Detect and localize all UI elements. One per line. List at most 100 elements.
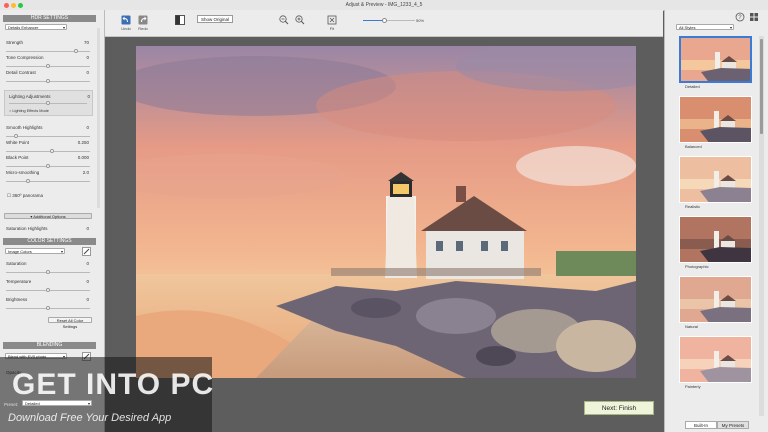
compare-icon[interactable] [175,15,185,25]
hdr-setting-slider[interactable] [6,179,90,183]
fit-label: Fit [329,26,335,31]
chevron-down-icon: ▾ [87,401,90,406]
eyedropper-button[interactable] [82,247,91,256]
color-mode-label: Image Colors [8,249,32,254]
slider-knob[interactable] [46,101,50,105]
chevron-down-icon: ▾ [729,25,732,30]
reset-colors-button[interactable]: Reset All Color Settings [48,317,92,329]
next-finish-button[interactable]: Next: Finish [584,401,654,415]
color-setting-slider[interactable] [6,306,90,310]
hdr-setting-value: 0.000 [77,155,89,160]
preset-select[interactable]: Detailed ▾ [22,400,92,406]
watermark-subtitle: Download Free Your Desired App [8,412,172,424]
hdr-setting-value: 2.0 [82,170,89,175]
hdr-setting-value: 0 [86,70,89,75]
slider-knob[interactable] [46,64,50,68]
thumbnail-image [681,38,750,81]
svg-text:?: ? [738,15,742,21]
styles-filter-label: All Styles [679,25,696,30]
style-thumbnail-label: Painterly [685,384,701,389]
redo-label: Redo [138,26,148,31]
undo-icon[interactable] [121,15,131,25]
style-thumbnail-label: Detailed [685,84,700,89]
color-settings-header[interactable]: COLOR SETTINGS [3,238,96,245]
hdr-setting-value: 0 [86,55,89,60]
style-thumbnail[interactable] [679,216,752,263]
color-setting-label: Saturation [6,261,27,266]
style-thumbnail-label: Photographic [685,264,709,269]
color-mode-dropdown[interactable]: Image Colors ▾ [5,248,65,254]
tab-built-in[interactable]: Built-In [685,421,717,429]
slider-knob[interactable] [46,164,50,168]
fit-icon[interactable] [327,15,337,25]
hdr-setting-value: 0.250 [77,140,89,145]
slider-knob[interactable] [14,134,18,138]
eyedropper-icon [83,248,90,255]
thumbnail-image [680,217,751,262]
color-setting-value: 0 [86,261,89,266]
zoom-slider-knob[interactable] [381,18,387,23]
redo-icon[interactable] [138,15,148,25]
undo-label: Undo [121,26,131,31]
slider-knob[interactable] [74,49,78,53]
watermark-title: GET INTO PC [12,368,215,401]
hdr-settings-header[interactable]: HDR SETTINGS [3,15,96,22]
color-setting-label: Temperature [6,279,32,284]
slider-knob[interactable] [46,288,50,292]
style-thumbnail-label: Balanced [685,144,702,149]
show-original-button[interactable]: Show Original [197,15,233,23]
saturation-highlights-label: Saturation Highlights [6,226,48,231]
styles-panel: ? All Styles ▾ Built-In My Presets Detail… [664,10,768,432]
blending-header[interactable]: BLENDING [3,342,96,349]
hdr-setting-label: Micro-smoothing [6,170,40,175]
styles-scrollbar[interactable] [759,36,764,416]
preset-label: Preset: [4,402,19,407]
preset-select-label: Detailed [25,401,40,406]
preview-image[interactable] [136,46,636,378]
hdr-setting-slider[interactable] [6,134,90,138]
hdr-setting-label: Tone Compression [6,55,44,60]
styles-filter-dropdown[interactable]: All Styles ▾ [676,24,734,30]
color-setting-slider[interactable] [6,270,90,274]
hdr-setting-label: Smooth Highlights [6,125,43,130]
lighting-adjustments-box: Lighting Adjustments 0 ○ Lighting Effect… [4,90,93,116]
style-thumbnail[interactable] [679,336,752,383]
zoom-in-icon[interactable] [295,15,305,25]
settings-scrollbar[interactable] [97,28,100,208]
style-thumbnail-label: Natural [685,324,698,329]
lighthouse-photo [136,46,636,378]
hdr-setting-label: Strength [6,40,24,45]
grid-view-icon[interactable] [749,12,759,22]
zoom-level: 50% [416,18,425,23]
scrollbar-thumb[interactable] [760,39,763,134]
style-thumbnail[interactable] [679,36,752,83]
slider-knob[interactable] [50,149,54,153]
panorama-label: 360º panorama [12,193,43,198]
panorama-option[interactable]: ☐ 360º panorama [7,193,43,199]
preset-dropdown[interactable]: Details Enhancer ▾ [5,24,67,30]
additional-options-button[interactable]: ▾ Additional Options [4,213,92,219]
hdr-setting-slider[interactable] [6,164,90,168]
zoom-out-icon[interactable] [279,15,289,25]
color-setting-slider[interactable] [6,288,90,292]
style-thumbnail[interactable] [679,96,752,143]
style-thumbnail[interactable] [679,156,752,203]
slider-knob[interactable] [46,306,50,310]
slider-knob[interactable] [46,79,50,83]
lighting-mode-option[interactable]: ○ Lighting Effects Mode [9,109,49,113]
hdr-setting-slider[interactable] [6,64,90,68]
zoom-slider[interactable] [363,18,415,23]
hdr-setting-slider[interactable] [6,49,90,53]
thumbnail-image [680,337,751,382]
slider-knob[interactable] [46,270,50,274]
help-icon[interactable]: ? [735,12,745,22]
style-thumbnail[interactable] [679,276,752,323]
tab-my-presets[interactable]: My Presets [717,421,749,429]
slider-knob[interactable] [26,179,30,183]
hdr-setting-slider[interactable] [6,149,90,153]
chevron-down-icon: ▾ [60,249,63,254]
thumbnail-image [680,277,751,322]
toolbar: Undo Redo Show Original Fit 50% [105,10,663,37]
hdr-setting-slider[interactable] [6,79,90,83]
lighting-adjustments-slider[interactable] [9,101,87,105]
